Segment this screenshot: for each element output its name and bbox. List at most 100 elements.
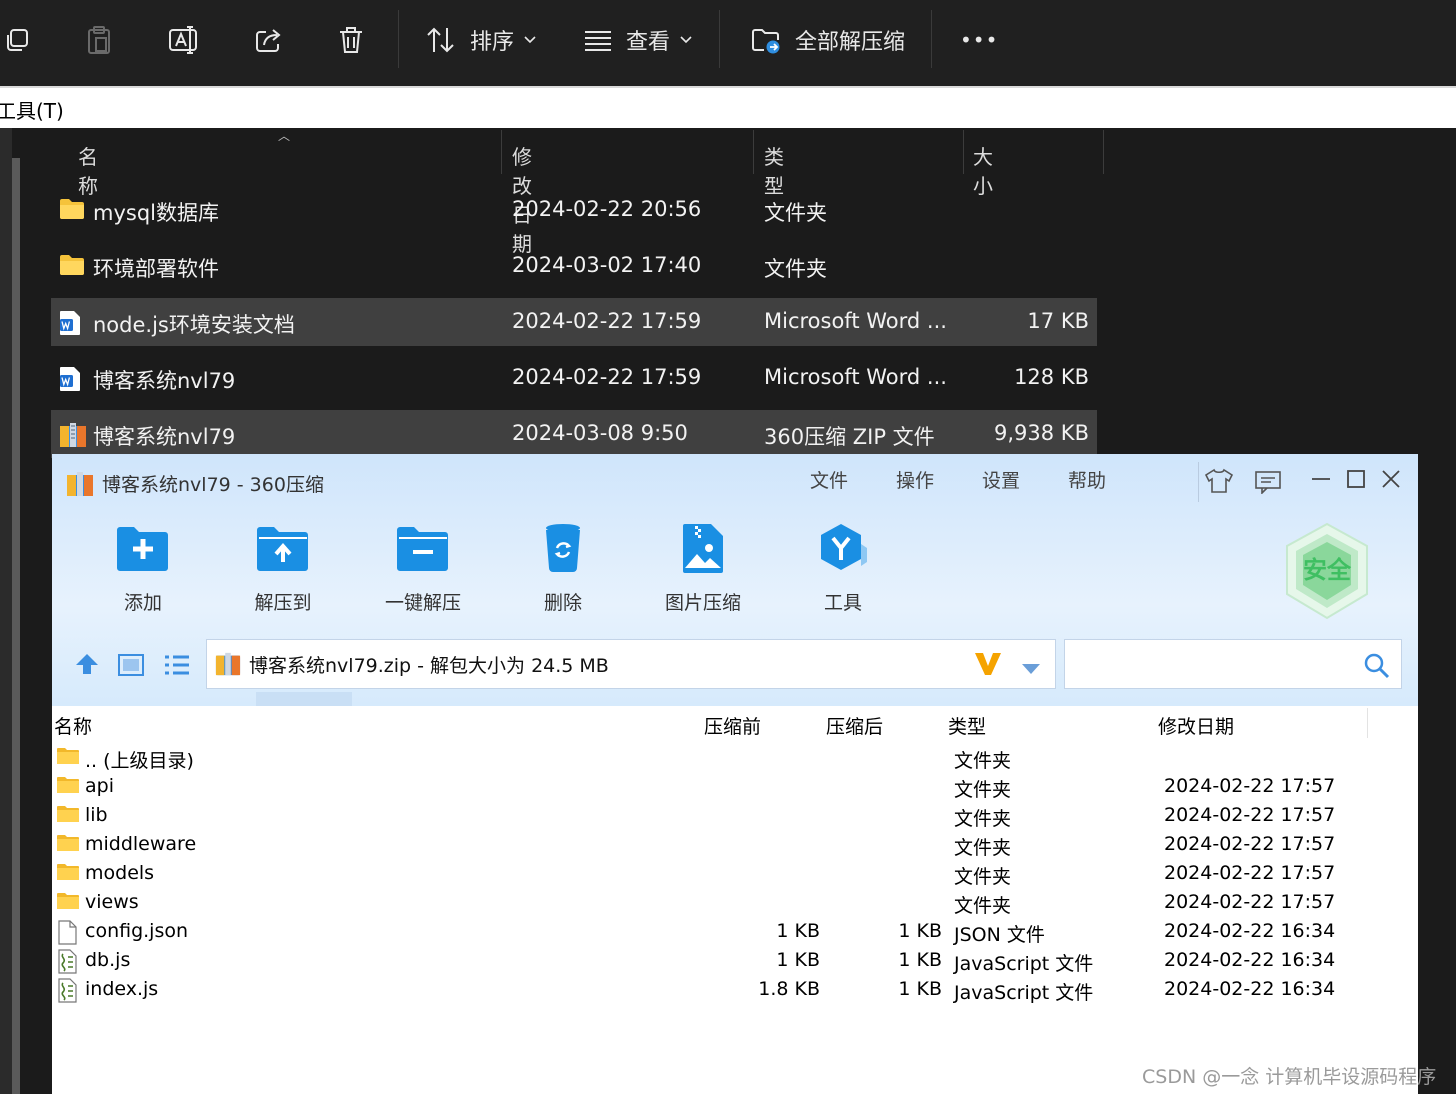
column-separator[interactable] — [501, 130, 502, 174]
file-size: 128 KB — [1014, 365, 1089, 389]
entry-type: 文件夹 — [954, 779, 1012, 801]
tools-button[interactable]: 工具 — [788, 522, 898, 622]
search-box[interactable] — [1064, 639, 1402, 689]
extract-all-button[interactable]: 全部解压缩 — [751, 20, 905, 60]
one-click-extract-button[interactable]: 一键解压 — [368, 522, 478, 622]
toolbar-separator — [931, 10, 932, 68]
up-directory-button[interactable] — [74, 652, 100, 680]
security-badge[interactable]: 安全 — [1282, 522, 1372, 626]
copy-button[interactable] — [4, 20, 30, 60]
titlebar-separator — [1198, 462, 1199, 502]
add-button[interactable]: 添加 — [88, 522, 198, 622]
zip-list-row[interactable]: index.js 1.8 KB 1 KB JavaScript 文件 2024-… — [52, 976, 1418, 1005]
entry-type: JSON 文件 — [954, 924, 1045, 946]
file-size: 9,938 KB — [994, 421, 1089, 445]
paste-button[interactable] — [86, 20, 112, 60]
file-modified: 2024-02-22 20:56 — [512, 197, 702, 221]
more-options-button[interactable]: ••• — [960, 20, 998, 60]
zip-list-row[interactable]: db.js 1 KB 1 KB JavaScript 文件 2024-02-22… — [52, 947, 1418, 976]
entry-type: 文件夹 — [954, 750, 1012, 772]
chevron-down-icon — [680, 36, 692, 44]
close-button[interactable] — [1380, 468, 1402, 494]
maximize-button[interactable] — [1345, 468, 1367, 494]
skin-button[interactable] — [1204, 468, 1234, 498]
sort-ascending-icon: ︿ — [278, 129, 291, 143]
zip-list-row[interactable]: views 文件夹 2024-02-22 17:57 — [52, 889, 1418, 918]
entry-name: db.js — [85, 949, 131, 971]
zip-list-row[interactable]: models 文件夹 2024-02-22 17:57 — [52, 860, 1418, 889]
file-modified: 2024-02-22 17:59 — [512, 309, 702, 333]
folder-icon — [56, 746, 80, 771]
extract-to-button[interactable]: 解压到 — [228, 522, 338, 622]
rename-button[interactable] — [168, 20, 200, 60]
close-icon — [1382, 470, 1400, 488]
file-type: Microsoft Word ... — [764, 365, 947, 389]
maximize-icon — [1347, 470, 1365, 488]
triangle-down-icon[interactable] — [1021, 658, 1041, 680]
zip-archive-icon — [59, 422, 87, 453]
image-compress-button[interactable]: 图片压缩 — [648, 522, 758, 622]
menu-tools[interactable]: 工具(T) — [0, 95, 64, 124]
zip-menu-help[interactable]: 帮助 — [1068, 466, 1106, 493]
entry-modified: 2024-02-22 16:34 — [1164, 920, 1336, 942]
column-header-after[interactable]: 压缩后 — [826, 712, 883, 739]
delete-entry-label: 删除 — [543, 592, 582, 614]
column-separator[interactable] — [1367, 708, 1368, 738]
clipboard-icon — [88, 26, 110, 54]
watermark: CSDN @一念 计算机毕设源码程序 — [1142, 1066, 1437, 1088]
column-header-name[interactable]: 名称 — [54, 712, 92, 739]
zip-window: 博客系统nvl79 - 360压缩 文件 操作 设置 帮助 添加 解压到 一键解… — [52, 454, 1418, 1094]
file-type: 360压缩 ZIP 文件 — [764, 425, 935, 449]
file-row-selected[interactable]: node.js环境安装文档 2024-02-22 17:59 Microsoft… — [51, 298, 1097, 346]
zip-list-row[interactable]: lib 文件夹 2024-02-22 17:57 — [52, 802, 1418, 831]
feedback-button[interactable] — [1254, 470, 1282, 498]
file-row[interactable]: 博客系统nvl79 2024-02-22 17:59 Microsoft Wor… — [51, 354, 1097, 402]
column-header-type[interactable]: 类型 — [948, 712, 986, 739]
sort-button[interactable]: 排序 — [426, 20, 536, 60]
column-separator[interactable] — [963, 130, 964, 174]
archive-path-bar[interactable]: 博客系统nvl79.zip - 解包大小为 24.5 MB — [206, 639, 1056, 689]
navigation-pane — [0, 128, 12, 1094]
file-row-selected[interactable]: 博客系统nvl79 2024-03-08 9:50 360压缩 ZIP 文件 9… — [51, 410, 1097, 458]
v-logo-icon[interactable] — [973, 651, 1003, 682]
entry-name: api — [85, 775, 114, 797]
entry-size-after: 1 KB — [898, 949, 942, 971]
entry-type: 文件夹 — [954, 837, 1012, 859]
add-label: 添加 — [123, 592, 162, 614]
zip-menu-operate[interactable]: 操作 — [896, 466, 934, 493]
tools-label: 工具 — [823, 592, 862, 614]
archive-path-text: 博客系统nvl79.zip - 解包大小为 24.5 MB — [249, 654, 609, 677]
column-header-modified[interactable]: 修改日期 — [1158, 712, 1234, 739]
file-name: 环境部署软件 — [93, 257, 219, 281]
file-row[interactable]: 环境部署软件 2024-03-02 17:40 文件夹 — [51, 242, 1097, 290]
zip-title-text: 博客系统nvl79 - 360压缩 — [102, 474, 324, 496]
entry-modified: 2024-02-22 17:57 — [1164, 833, 1336, 855]
zip-menu-settings[interactable]: 设置 — [982, 466, 1020, 493]
zip-list-header: 名称 压缩前 压缩后 类型 修改日期 — [52, 706, 1418, 742]
navigation-pane-scrollbar[interactable] — [12, 158, 20, 1094]
zip-list-row[interactable]: middleware 文件夹 2024-02-22 17:57 — [52, 831, 1418, 860]
share-button[interactable] — [254, 20, 284, 60]
script-file-icon — [56, 978, 78, 1009]
folder-icon — [56, 833, 80, 858]
zip-list-row[interactable]: api 文件夹 2024-02-22 17:57 — [52, 773, 1418, 802]
delete-entry-button[interactable]: 删除 — [508, 522, 618, 622]
column-separator[interactable] — [753, 130, 754, 174]
list-view-button[interactable] — [164, 654, 190, 680]
view-button[interactable]: 查看 — [584, 20, 692, 60]
file-type: 文件夹 — [764, 201, 827, 225]
column-header-before[interactable]: 压缩前 — [704, 712, 761, 739]
delete-button[interactable] — [338, 20, 364, 60]
zip-list-row[interactable]: .. (上级目录) 文件夹 — [52, 744, 1418, 773]
search-icon[interactable] — [1363, 652, 1391, 684]
thumbnail-view-button[interactable] — [118, 654, 144, 680]
zip-menu-file[interactable]: 文件 — [810, 466, 848, 493]
entry-name: models — [85, 862, 155, 884]
entry-size-after: 1 KB — [898, 978, 942, 1000]
zip-list-row[interactable]: config.json 1 KB 1 KB JSON 文件 2024-02-22… — [52, 918, 1418, 947]
column-separator[interactable] — [1103, 130, 1104, 174]
zip-archive-icon — [67, 471, 93, 496]
list-view-icon — [165, 655, 189, 675]
file-row[interactable]: mysql数据库 2024-02-22 20:56 文件夹 — [51, 186, 1097, 234]
minimize-button[interactable] — [1310, 468, 1332, 494]
